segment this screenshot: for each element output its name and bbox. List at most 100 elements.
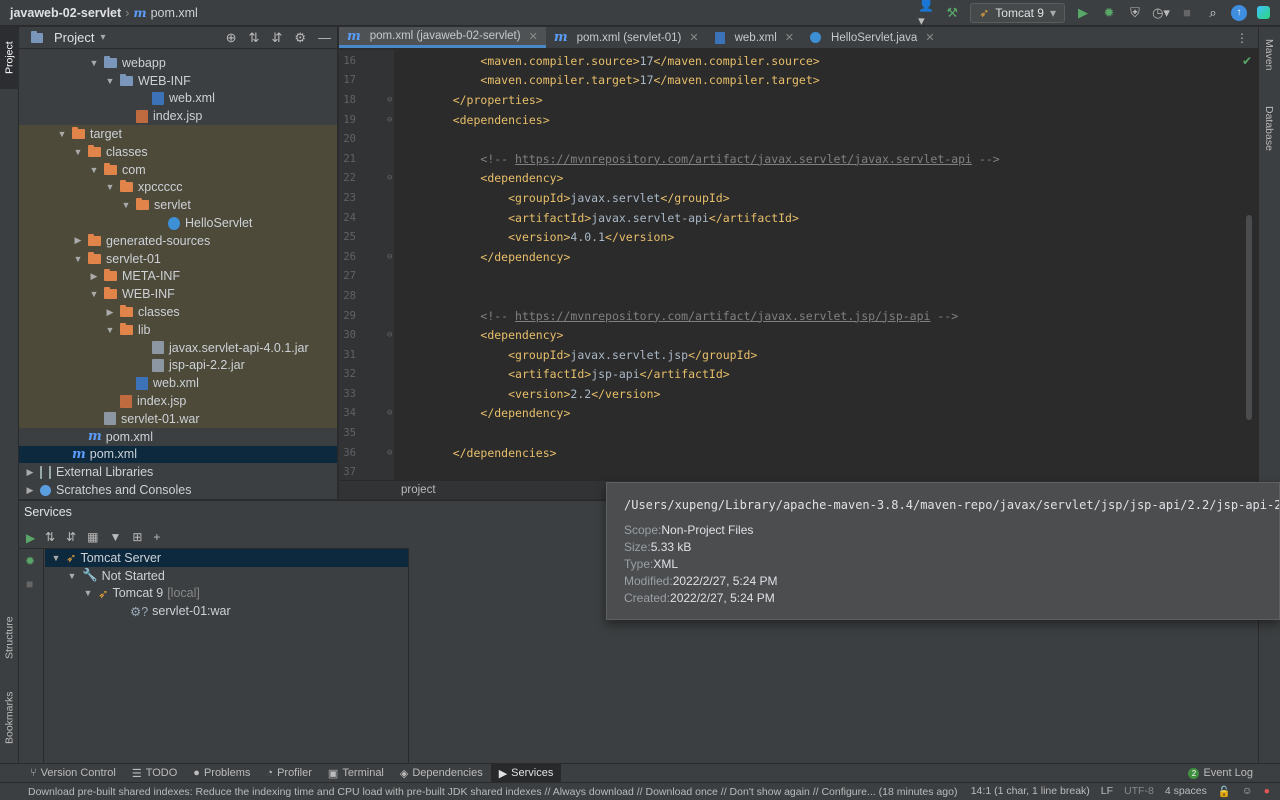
chevron-down-icon[interactable]: ▼: [56, 129, 68, 139]
debug-icon[interactable]: ✹: [1101, 5, 1117, 21]
fold-icon[interactable]: ⊖: [387, 448, 392, 458]
tree-node[interactable]: ▼ com: [19, 160, 337, 179]
chevron-down-icon[interactable]: ▼: [104, 182, 116, 192]
error-indicator-icon[interactable]: ●: [1264, 785, 1270, 798]
locate-icon[interactable]: ⊕: [226, 30, 237, 46]
tree-node[interactable]: ▼ webapp: [19, 54, 337, 72]
profile-icon[interactable]: ◷▾: [1152, 5, 1170, 21]
collapse-all-icon[interactable]: ⇵: [66, 530, 76, 544]
tree-node[interactable]: ▼ classes: [19, 142, 337, 161]
tool-tab-problems[interactable]: ● Problems: [185, 764, 258, 783]
chevron-right-icon[interactable]: ▶: [88, 271, 100, 282]
fold-icon[interactable]: ⊖: [387, 330, 392, 340]
stop-icon[interactable]: ■: [1179, 5, 1195, 21]
code-link[interactable]: https://mvnrepository.com/artifact/javax…: [515, 152, 972, 166]
stop-icon[interactable]: ■: [26, 577, 33, 591]
indent-setting[interactable]: 4 spaces: [1165, 785, 1207, 798]
chevron-right-icon[interactable]: ▶: [24, 467, 36, 478]
chevron-down-icon[interactable]: ▼: [72, 254, 84, 264]
close-icon[interactable]: ✕: [785, 31, 794, 44]
tool-tab-services[interactable]: ▶ Services: [490, 763, 562, 783]
tree-node[interactable]: ▶ External Libraries: [19, 463, 337, 481]
no-problems-check-icon[interactable]: ✔: [1242, 54, 1252, 68]
chevron-down-icon[interactable]: ▼: [50, 553, 62, 563]
tool-tab-terminal[interactable]: ▣ Terminal: [320, 764, 392, 783]
service-node[interactable]: ⚙? servlet-01:war: [45, 602, 408, 620]
hide-icon[interactable]: —: [318, 30, 331, 46]
tree-node[interactable]: HelloServlet: [19, 214, 337, 232]
service-node[interactable]: ▼ ➶ Tomcat 9 [local]: [45, 585, 408, 603]
expand-all-icon[interactable]: ⇅: [45, 530, 55, 544]
gear-icon[interactable]: ⚙: [294, 30, 306, 46]
group-by-icon[interactable]: ▦: [87, 530, 98, 544]
lock-icon[interactable]: 🔓: [1218, 785, 1231, 798]
tree-node[interactable]: ▼ servlet-01: [19, 249, 337, 268]
chevron-right-icon[interactable]: ▶: [24, 485, 36, 496]
chevron-down-icon[interactable]: ▼: [72, 147, 84, 157]
chevron-down-icon[interactable]: ▼: [88, 58, 100, 68]
run-icon[interactable]: ▶: [26, 531, 35, 545]
editor-tab[interactable]: m pom.xml (javaweb-02-servlet) ✕: [339, 27, 546, 48]
maven-tool-tab[interactable]: Maven: [1258, 27, 1280, 82]
user-icon[interactable]: 👤▾: [918, 0, 934, 28]
filter-icon[interactable]: ▼: [109, 530, 121, 544]
structure-tool-tab[interactable]: Structure: [0, 607, 19, 669]
tool-tab-dependencies[interactable]: ◈ Dependencies: [392, 764, 491, 783]
bookmarks-tool-tab[interactable]: Bookmarks: [0, 682, 19, 754]
close-icon[interactable]: ✕: [925, 31, 934, 44]
service-node[interactable]: ▼ ➶ Tomcat Server: [45, 549, 408, 567]
tree-node[interactable]: web.xml: [19, 374, 337, 393]
fold-icon[interactable]: ⊖: [387, 95, 392, 105]
tool-tab-profiler[interactable]: ◔ Profiler: [258, 764, 320, 783]
editor-tab[interactable]: web.xml ✕: [707, 27, 802, 48]
tree-node[interactable]: index.jsp: [19, 392, 337, 410]
project-panel-title[interactable]: Project: [54, 30, 94, 45]
close-icon[interactable]: ✕: [529, 30, 538, 43]
chevron-down-icon[interactable]: ▾: [100, 32, 105, 43]
add-service-icon[interactable]: +: [153, 530, 160, 544]
tool-tab-todo[interactable]: ☰ TODO: [124, 764, 185, 783]
chevron-down-icon[interactable]: ▼: [88, 165, 100, 175]
run-icon[interactable]: ▶: [1075, 5, 1091, 21]
run-configuration-select[interactable]: ➶ Tomcat 9 ▾: [970, 2, 1065, 23]
tree-node[interactable]: ▼ WEB-INF: [19, 285, 337, 304]
tree-node[interactable]: ▶ META-INF: [19, 267, 337, 286]
jetbrains-logo-icon[interactable]: [1257, 6, 1270, 19]
file-encoding[interactable]: UTF-8: [1124, 785, 1154, 798]
tree-node[interactable]: ▼ WEB-INF: [19, 72, 337, 90]
chevron-right-icon[interactable]: ▶: [104, 307, 116, 318]
caret-position[interactable]: 14:1 (1 char, 1 line break): [971, 785, 1090, 798]
editor-breadcrumb-item[interactable]: project: [401, 484, 436, 496]
status-message[interactable]: Download pre-built shared indexes: Reduc…: [0, 786, 971, 798]
tree-node[interactable]: ▶ generated-sources: [19, 231, 337, 250]
event-log-button[interactable]: 2 Event Log: [1188, 767, 1280, 779]
breadcrumb-file[interactable]: pom.xml: [151, 6, 198, 20]
tree-node[interactable]: ▼ lib: [19, 320, 337, 339]
tree-node[interactable]: m pom.xml: [19, 445, 337, 464]
tree-node[interactable]: javax.servlet-api-4.0.1.jar: [19, 338, 337, 357]
collapse-all-icon[interactable]: ⇵: [271, 30, 282, 46]
tree-node[interactable]: ▼ xpccccc: [19, 178, 337, 197]
service-node[interactable]: ▼ 🔧 Not Started: [45, 567, 408, 585]
database-tool-tab[interactable]: Database: [1258, 95, 1280, 161]
code-editor[interactable]: 16 <maven.compiler.source>17</maven.comp…: [339, 50, 1258, 480]
expand-all-icon[interactable]: ⇅: [249, 30, 260, 46]
search-icon[interactable]: ⌕: [1205, 5, 1221, 21]
tree-node[interactable]: servlet-01.war: [19, 409, 337, 428]
chevron-right-icon[interactable]: ▶: [72, 235, 84, 246]
chevron-down-icon[interactable]: ▼: [66, 571, 78, 581]
update-icon[interactable]: ↑: [1231, 4, 1247, 21]
chevron-down-icon[interactable]: ▼: [104, 325, 116, 335]
fold-icon[interactable]: ⊖: [387, 115, 392, 125]
editor-scrollbar[interactable]: [1246, 215, 1252, 420]
line-separator[interactable]: LF: [1101, 785, 1113, 798]
chevron-down-icon[interactable]: ▼: [82, 588, 94, 598]
fold-icon[interactable]: ⊖: [387, 252, 392, 262]
tree-node[interactable]: m pom.xml: [19, 428, 337, 446]
build-hammer-icon[interactable]: ⚒: [944, 5, 960, 21]
chevron-down-icon[interactable]: ▼: [104, 76, 116, 86]
chevron-down-icon[interactable]: ▼: [120, 200, 132, 210]
fold-icon[interactable]: ⊖: [387, 408, 392, 418]
inspection-icon[interactable]: ☺: [1242, 785, 1253, 798]
tool-tab-version-control[interactable]: ⑂ Version Control: [22, 764, 124, 783]
